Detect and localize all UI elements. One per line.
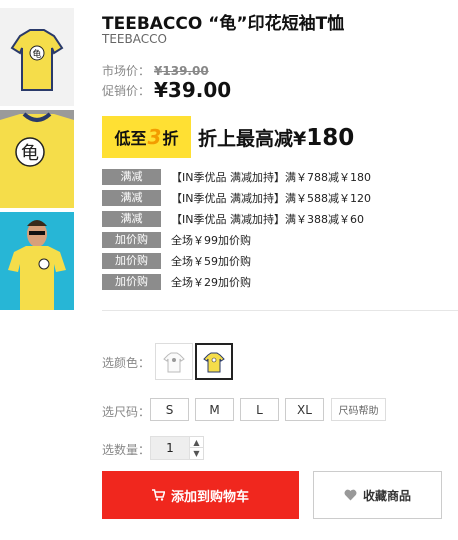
quantity-label: 选数量：	[102, 443, 151, 457]
promotion-item: 满减 【IN季优品 满减加持】满￥388减￥60	[102, 208, 402, 229]
promotion-item: 加价购 全场￥59加价购	[102, 250, 402, 271]
promotion-tag: 满减	[102, 210, 161, 227]
promotion-text[interactable]: 全场￥29加价购	[171, 274, 251, 290]
chevron-up-icon[interactable]: ▲	[190, 437, 203, 448]
badge-prefix: 低至	[114, 129, 147, 148]
svg-text:龟: 龟	[32, 48, 41, 60]
promotion-tag: 加价购	[102, 273, 161, 290]
promo-price-value: ¥39.00	[154, 78, 232, 102]
size-option-m[interactable]: M	[195, 398, 234, 421]
thumbnail-flatlay[interactable]: 龟	[0, 8, 74, 106]
promotion-tag: 加价购	[102, 252, 161, 269]
favorite-button[interactable]: 收藏商品	[313, 471, 442, 519]
promo-price-row: 促销价： ¥39.00	[102, 78, 231, 102]
market-price-value: ¥139.00	[154, 64, 209, 78]
thumbnail-list: 龟 龟	[0, 8, 74, 314]
color-option-white[interactable]	[155, 343, 193, 380]
badge-number: 3	[147, 125, 162, 149]
thumbnail-closeup[interactable]: 龟	[0, 110, 74, 208]
promotion-text[interactable]: 【IN季优品 满减加持】满￥788减￥180	[171, 169, 371, 185]
size-label: 选尺码：	[102, 405, 151, 419]
size-option-xl[interactable]: XL	[285, 398, 324, 421]
banner-text: 折上最高减¥180	[198, 124, 354, 151]
size-help-button[interactable]: 尺码帮助	[331, 398, 386, 421]
market-price-row: 市场价： ¥139.00	[102, 60, 209, 79]
heart-icon	[344, 489, 357, 501]
color-option-yellow[interactable]	[195, 343, 233, 380]
promotion-text[interactable]: 全场￥99加价购	[171, 232, 251, 248]
section-divider	[102, 310, 458, 311]
add-to-cart-label: 添加到购物车	[170, 489, 249, 505]
svg-text:龟: 龟	[21, 143, 39, 164]
quantity-stepper: ▲ ▼	[190, 436, 204, 460]
promo-price-label: 促销价：	[102, 84, 151, 98]
product-title: TEEBACCO “龟”印花短袖T恤	[102, 14, 345, 34]
cart-icon	[151, 489, 165, 501]
promotion-tag: 加价购	[102, 231, 161, 248]
promotion-item: 加价购 全场￥99加价购	[102, 229, 402, 250]
promotion-item: 满减 【IN季优品 满减加持】满￥788减￥180	[102, 166, 402, 187]
chevron-down-icon[interactable]: ▼	[190, 448, 203, 459]
banner-text-label: 折上最高减¥	[198, 127, 307, 150]
quantity-input[interactable]: 1	[150, 436, 190, 460]
discount-badge: 低至 3 折	[102, 116, 191, 158]
promotion-list: 满减 【IN季优品 满减加持】满￥788减￥180 满减 【IN季优品 满减加持…	[102, 166, 402, 292]
promotion-text[interactable]: 全场￥59加价购	[171, 253, 251, 269]
white-shirt-icon	[163, 352, 185, 372]
thumbnail-model[interactable]	[0, 212, 74, 310]
color-label: 选颜色：	[102, 356, 151, 370]
add-to-cart-button[interactable]: 添加到购物车	[102, 471, 299, 519]
promotion-text[interactable]: 【IN季优品 满减加持】满￥388减￥60	[171, 211, 364, 227]
badge-suffix: 折	[162, 129, 179, 148]
product-brand: TEEBACCO	[102, 32, 167, 46]
yellow-shirt-icon	[203, 352, 225, 372]
promotion-tag: 满减	[102, 168, 161, 185]
market-price-label: 市场价：	[102, 64, 151, 78]
discount-banner: 低至 3 折 折上最高减¥180	[102, 116, 354, 158]
favorite-label: 收藏商品	[362, 488, 411, 503]
promotion-tag: 满减	[102, 189, 161, 206]
promotion-item: 满减 【IN季优品 满减加持】满￥588减￥120	[102, 187, 402, 208]
promotion-item: 加价购 全场￥29加价购	[102, 271, 402, 292]
size-option-l[interactable]: L	[240, 398, 279, 421]
size-option-s[interactable]: S	[150, 398, 189, 421]
promotion-text[interactable]: 【IN季优品 满减加持】满￥588减￥120	[171, 190, 371, 206]
banner-amount: 180	[306, 124, 355, 151]
